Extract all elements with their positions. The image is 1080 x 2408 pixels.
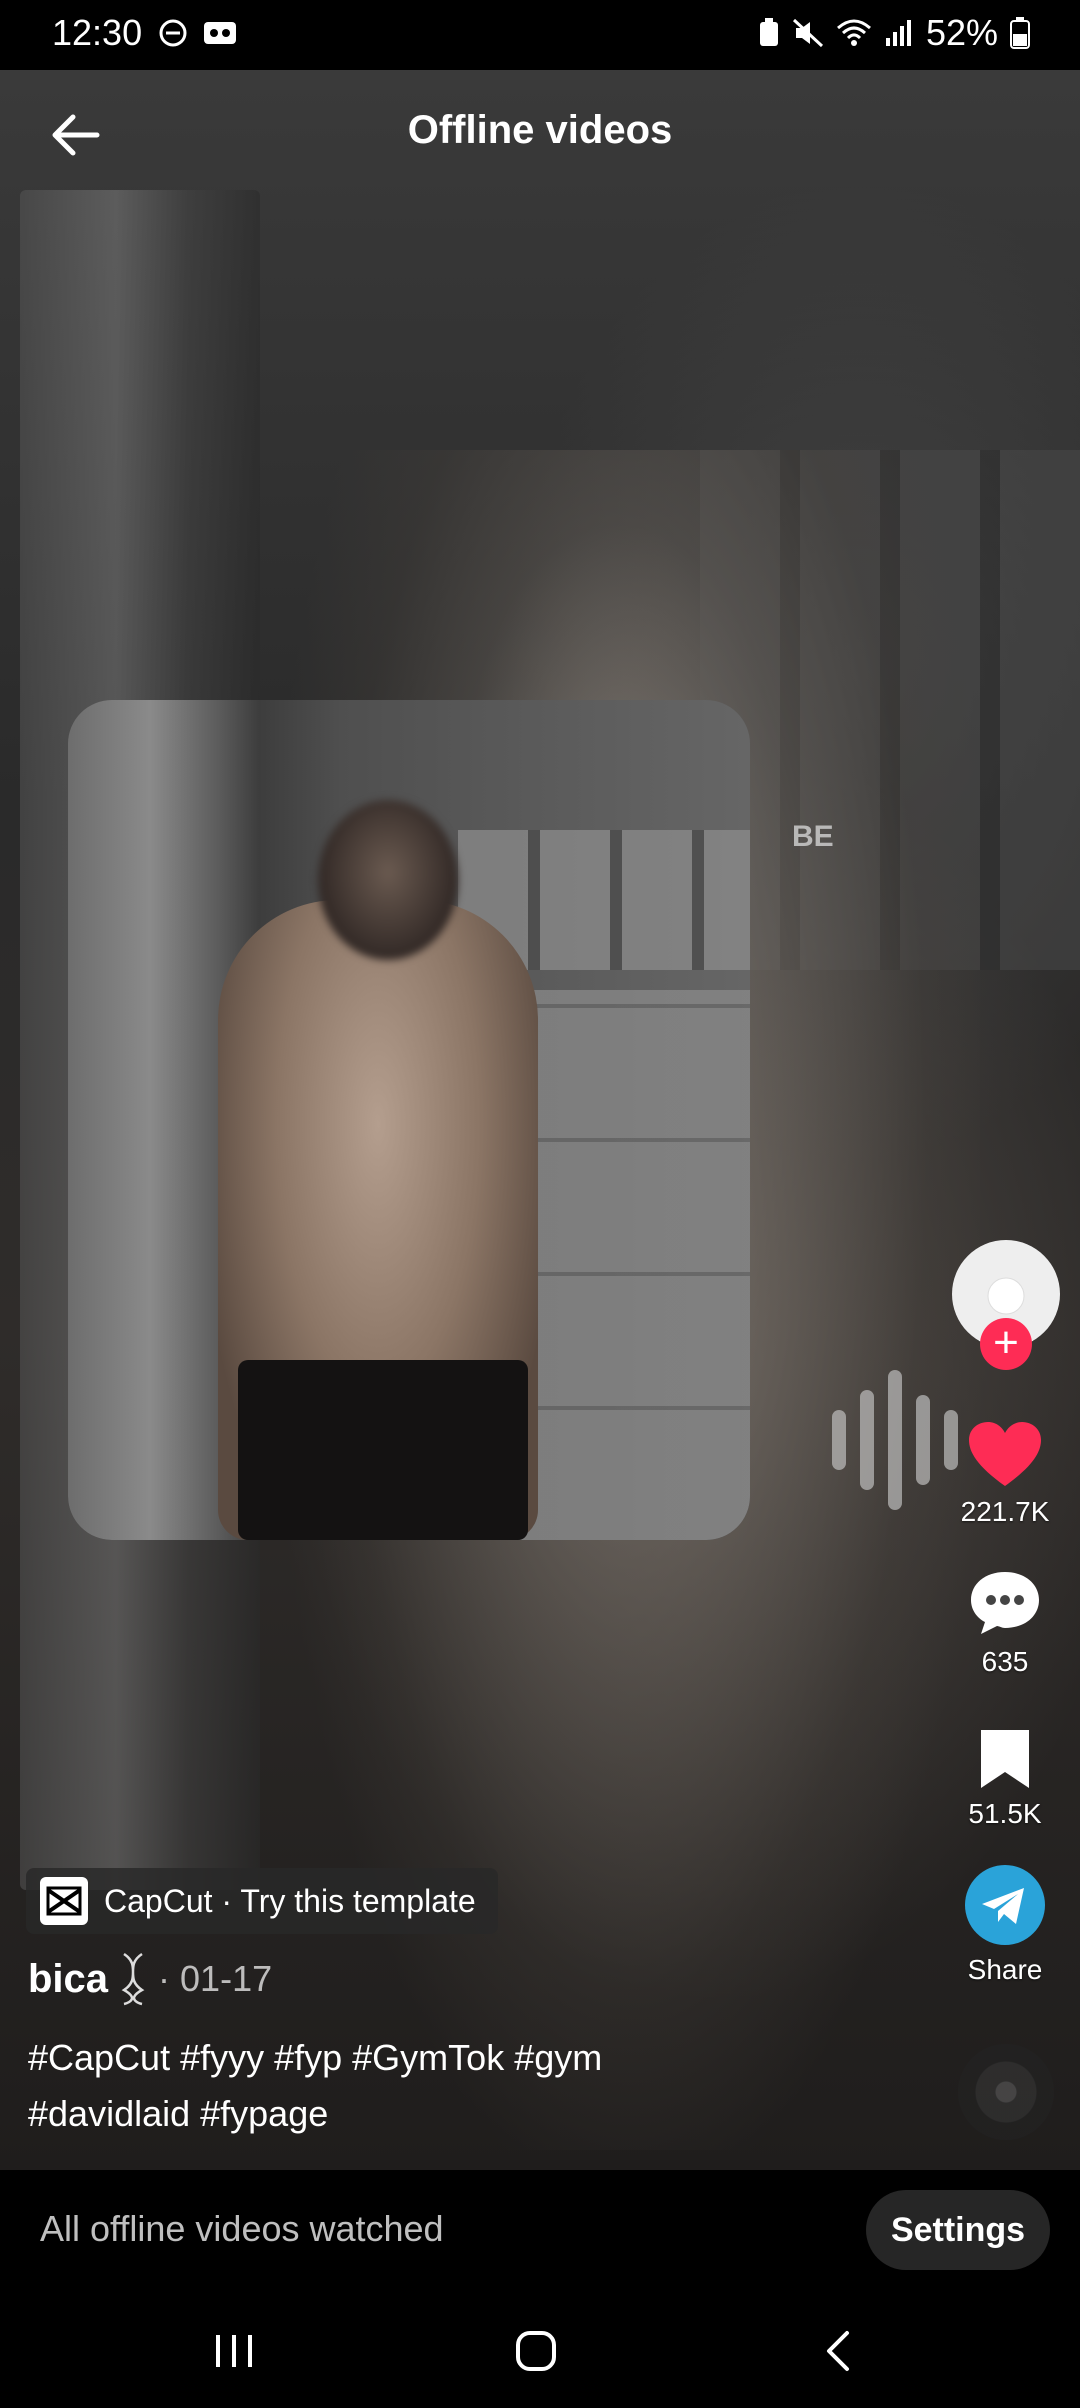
home-button[interactable] [476,2316,596,2386]
signal-icon [885,20,911,46]
capcut-logo-icon [40,1877,88,1925]
battery-percent: 52% [925,12,998,53]
capcut-template-chip[interactable]: CapCut · Try this template [26,1868,498,1934]
mute-icon [792,18,823,48]
status-time: 12:30 [52,12,143,53]
recent-apps-icon [216,2335,252,2367]
follow-plus-button[interactable]: + [980,1318,1032,1370]
capcut-chip-label: CapCut · Try this template [104,1882,476,1919]
page-title: Offline videos [407,108,673,152]
like-button[interactable]: 221.7K [950,1420,1060,1528]
status-left-icons [158,18,238,48]
like-count: 221.7K [960,1496,1050,1527]
author-row: bica · 01-17 [28,1950,272,2008]
save-button[interactable]: 51.5K [950,1726,1060,1830]
author-name[interactable]: bica [28,1957,108,2002]
video-caption: #CapCut #fyyy #fyp #GymTok #gym #davidla… [28,2030,928,2142]
dna-badge-icon [121,1952,145,2006]
heart-icon [969,1422,1041,1486]
share-button[interactable]: Share [950,1864,1060,1986]
post-date: · 01-17 [158,1958,273,1999]
save-count: 51.5K [968,1798,1042,1829]
wifi-icon [836,19,871,46]
back-nav-button[interactable] [778,2316,898,2386]
offline-status-text: All offline videos watched [40,2208,444,2249]
music-disc-icon[interactable] [958,2044,1054,2140]
caption-line-1[interactable]: #CapCut #fyyy #fyp #GymTok #gym [28,2030,928,2086]
status-right-icons: 52% [758,12,1030,54]
recent-apps-button[interactable] [174,2316,294,2386]
video-thumbnail-card [68,700,750,1540]
battery-icon [1010,17,1030,49]
share-label: Share [967,1954,1043,1985]
overlay-text: BE [792,820,834,853]
do-not-disturb-icon [159,19,187,47]
bookmark-icon [981,1730,1029,1788]
comment-count: 635 [981,1646,1029,1677]
telegram-share-icon [965,1865,1045,1945]
comment-bubble-icon [971,1572,1039,1634]
home-icon [516,2331,556,2371]
settings-button[interactable]: Settings [866,2190,1050,2270]
voicemail-icon [204,22,236,44]
caption-line-2[interactable]: #davidlaid #fypage [28,2086,928,2142]
battery-saver-icon [759,18,778,46]
back-chevron-icon [827,2331,849,2371]
comment-button[interactable]: 635 [950,1568,1060,1678]
